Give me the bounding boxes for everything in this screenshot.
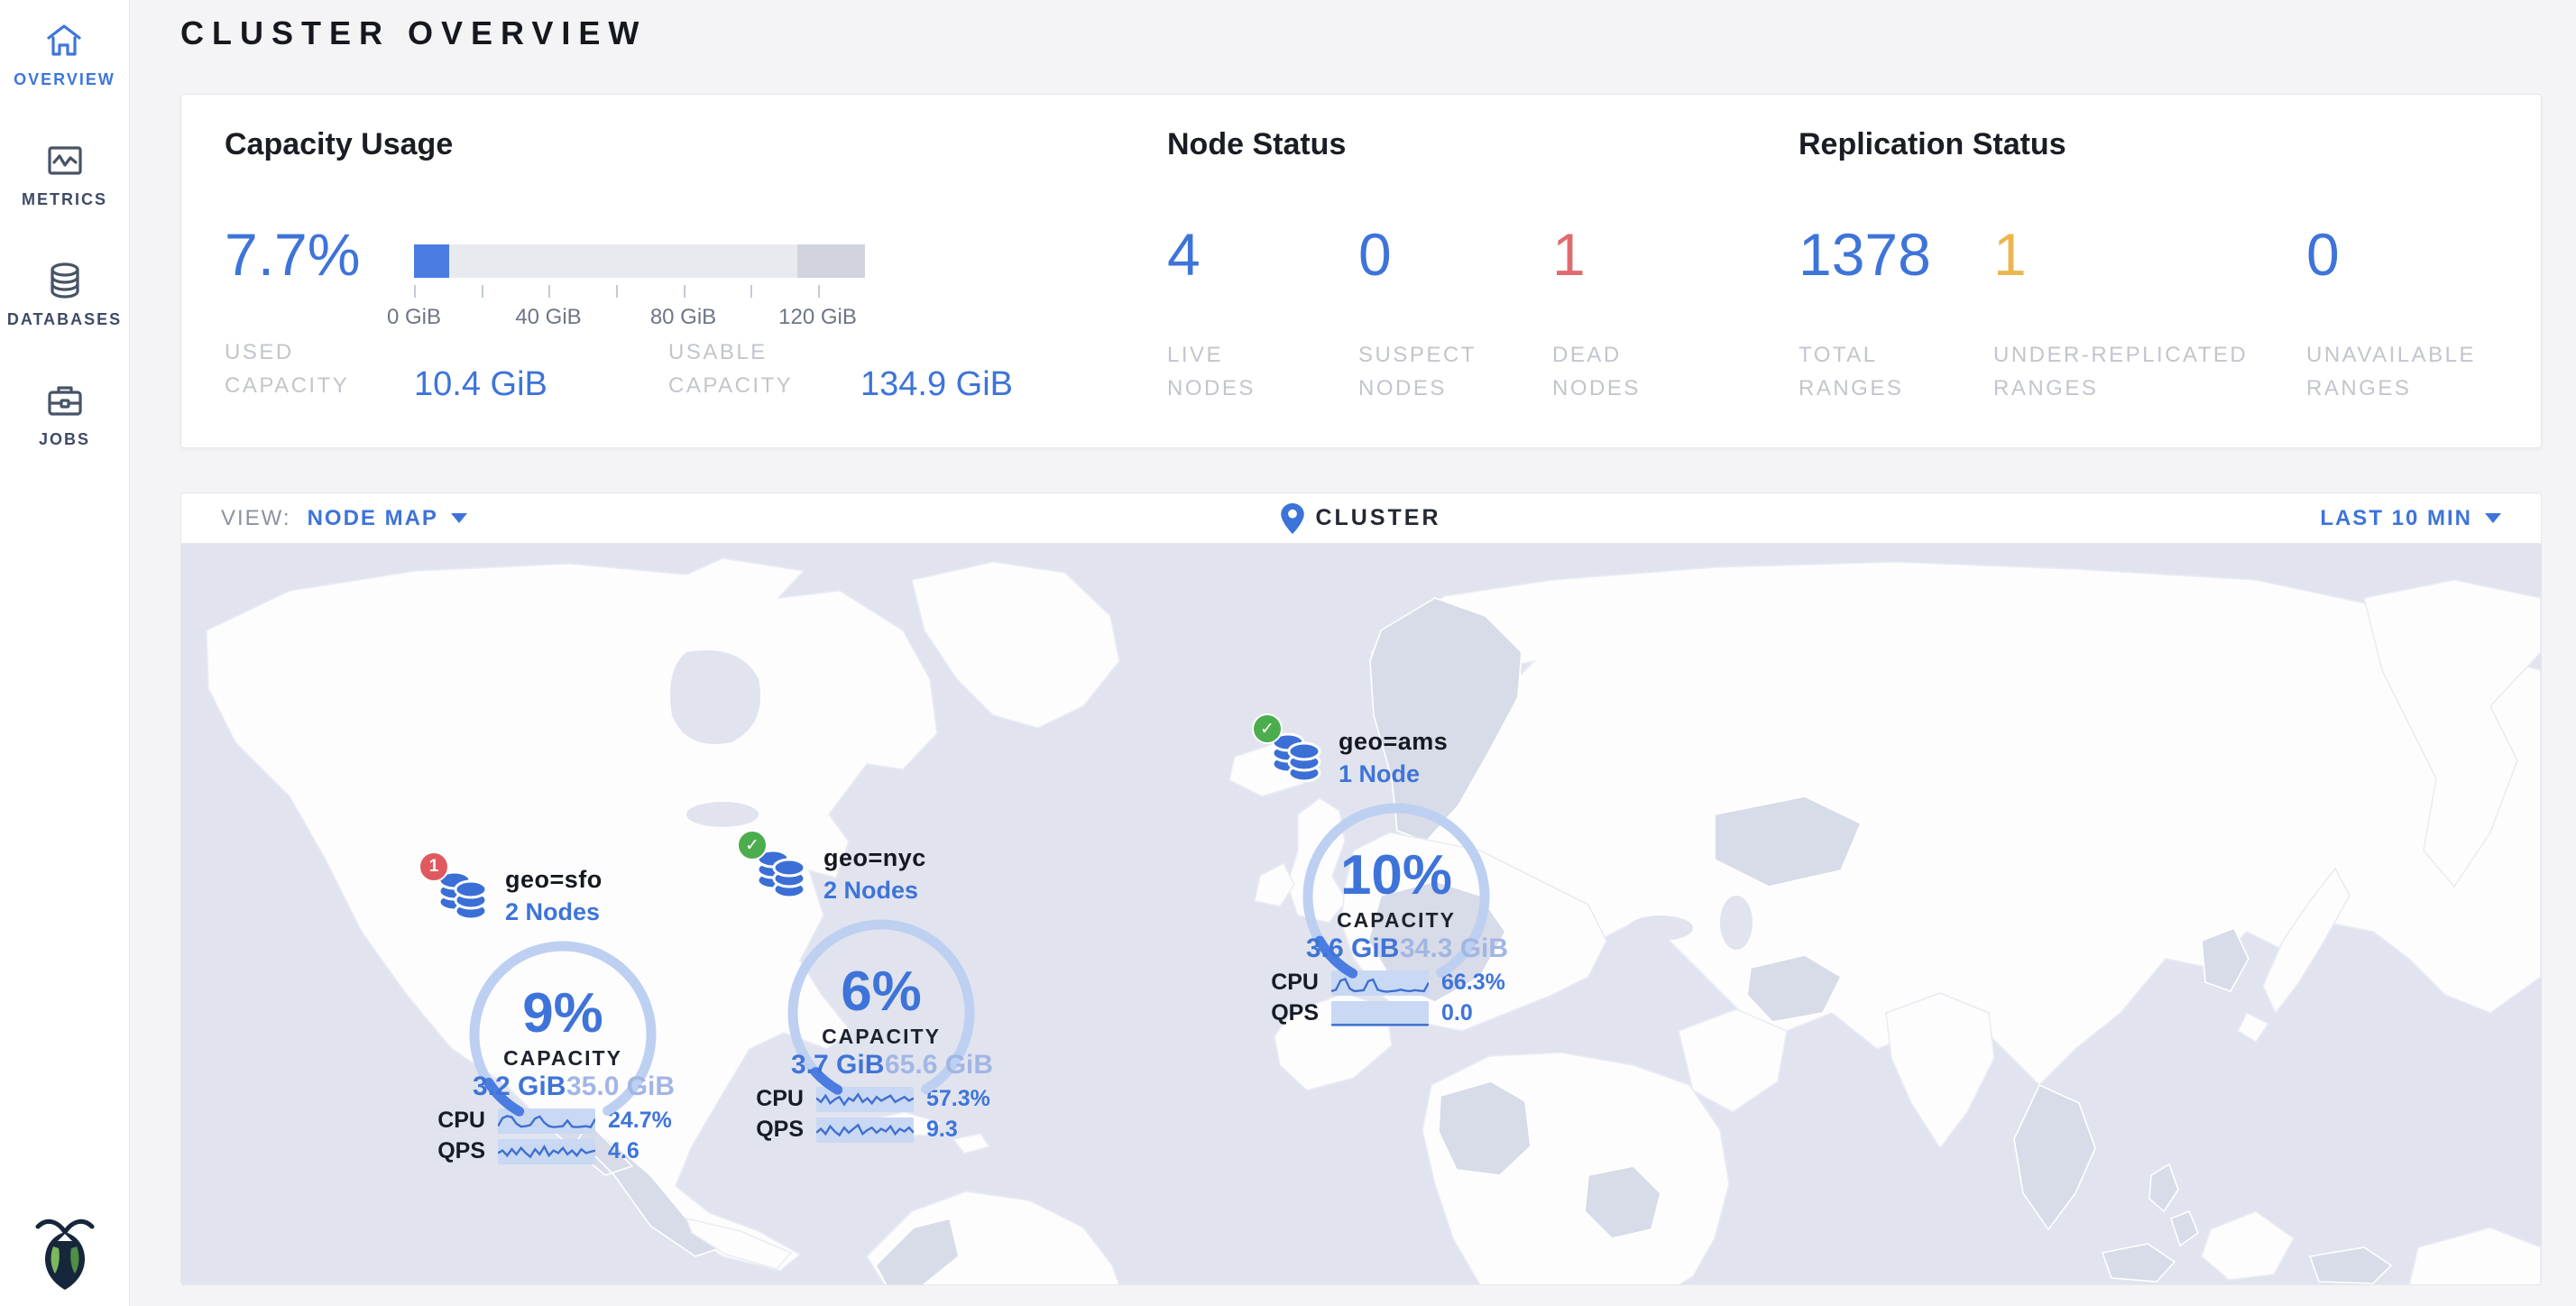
capacity-bar-used <box>414 244 449 278</box>
locality-marker-ams[interactable]: ✓ geo=ams 1 Node <box>1225 726 1568 1026</box>
suspect-nodes-stat: 0 SUSPECT NODES <box>1358 225 1477 405</box>
axis-tick <box>414 285 416 298</box>
unavailable-ranges-stat: 0 UNAVAILABLE RANGES <box>2306 225 2476 405</box>
locality-name: geo=sfo <box>505 864 603 894</box>
capacity-used-value: 3.2 GiB <box>473 1071 559 1102</box>
capacity-percent: 9% <box>457 981 668 1045</box>
sidebar-item-label: METRICS <box>22 190 107 209</box>
live-nodes-stat: 4 LIVE NODES <box>1167 225 1256 405</box>
qps-metric-row: QPS 0.0 <box>1225 1000 1568 1026</box>
capacity-percent: 6% <box>776 960 987 1024</box>
under-replicated-ranges-stat: 1 UNDER-REPLICATED RANGES <box>1993 225 2248 405</box>
qps-sparkline <box>498 1139 595 1164</box>
capacity-usage-title: Capacity Usage <box>225 127 453 162</box>
chevron-down-icon <box>2485 513 2501 523</box>
axis-tick <box>684 285 685 298</box>
sidebar-item-overview[interactable]: OVERVIEW <box>14 20 115 89</box>
qps-sparkline <box>816 1117 914 1143</box>
capacity-bar <box>414 244 865 278</box>
axis-tick <box>548 285 550 298</box>
status-badge: ✓ <box>737 830 768 860</box>
home-icon <box>43 20 85 61</box>
capacity-percent: 10% <box>1291 843 1502 907</box>
locality-marker-sfo[interactable]: 1 geo=sfo 2 Nodes <box>391 864 734 1164</box>
capacity-total-value: 35.0 GiB <box>566 1071 653 1102</box>
axis-tick-label: 40 GiB <box>515 305 581 330</box>
capacity-label: CAPACITY <box>1291 908 1502 933</box>
map-pin-icon <box>1281 503 1304 534</box>
status-badge: 1 <box>419 851 449 882</box>
total-ranges-stat: 1378 TOTAL RANGES <box>1799 225 1931 405</box>
node-map-panel: VIEW: NODE MAP CLUSTER LAST 10 MIN <box>180 492 2542 1285</box>
axis-tick-label: 80 GiB <box>650 305 716 330</box>
locality-name: geo=nyc <box>823 842 926 872</box>
sidebar-item-label: JOBS <box>39 430 90 449</box>
cockroach-logo <box>0 1214 130 1292</box>
capacity-used-value: 3.6 GiB <box>1306 934 1393 964</box>
cluster-summary-card: Capacity Usage 7.7% 0 GiB 40 GiB 80 GiB 120… <box>180 94 2542 448</box>
map-toolbar: VIEW: NODE MAP CLUSTER LAST 10 MIN <box>181 493 2541 544</box>
axis-tick <box>482 285 483 298</box>
replication-status-title: Replication Status <box>1799 127 2066 162</box>
capacity-label: CAPACITY <box>457 1046 668 1071</box>
page-title: CLUSTER OVERVIEW <box>180 14 647 52</box>
metrics-icon <box>44 140 86 181</box>
sidebar-item-jobs[interactable]: JOBS <box>39 380 90 449</box>
locality-marker-nyc[interactable]: ✓ geo=nyc 2 Nodes <box>710 842 1053 1143</box>
sidebar-item-metrics[interactable]: METRICS <box>22 140 107 209</box>
qps-metric-row: QPS 4.6 <box>391 1138 734 1164</box>
axis-tick <box>818 285 820 298</box>
locality-node-count[interactable]: 2 Nodes <box>505 898 603 926</box>
qps-metric-row: QPS 9.3 <box>710 1117 1053 1143</box>
capacity-total-value: 65.6 GiB <box>885 1050 971 1081</box>
capacity-total-value: 34.3 GiB <box>1400 934 1486 964</box>
qps-sparkline <box>1331 1001 1429 1026</box>
axis-tick-label: 120 GiB <box>778 305 857 330</box>
axis-tick <box>750 285 752 298</box>
capacity-bar-axis: 0 GiB40 GiB80 GiB120 GiB <box>414 281 865 345</box>
capacity-label: CAPACITY <box>776 1025 987 1049</box>
time-range-dropdown[interactable]: LAST 10 MIN <box>2320 506 2501 531</box>
capacity-used-percent: 7.7% <box>225 225 360 284</box>
status-badge: ✓ <box>1252 713 1283 744</box>
used-capacity-value: 10.4 GiB <box>414 365 547 404</box>
capacity-bar-nonusable <box>797 244 865 278</box>
sidebar: OVERVIEW METRICS DATABASES <box>0 0 130 1306</box>
locality-node-count[interactable]: 2 Nodes <box>823 877 926 905</box>
capacity-gauge: 6% CAPACITY 3.7 GiB 65.6 GiB <box>776 907 987 1118</box>
sidebar-item-label: DATABASES <box>7 310 122 329</box>
axis-tick-label: 0 GiB <box>387 305 441 330</box>
capacity-gauge: 10% CAPACITY 3.6 GiB 34.3 GiB <box>1291 791 1502 1002</box>
view-selector-dropdown[interactable]: NODE MAP <box>308 506 467 531</box>
sidebar-item-label: OVERVIEW <box>14 70 115 89</box>
locality-name: geo=ams <box>1339 726 1448 756</box>
view-label: VIEW: <box>221 506 291 531</box>
sidebar-item-databases[interactable]: DATABASES <box>7 260 122 329</box>
main-content: CLUSTER OVERVIEW Capacity Usage 7.7% 0 G… <box>130 0 2576 1306</box>
usable-capacity-label: USABLE CAPACITY <box>668 336 793 402</box>
locality-node-count[interactable]: 1 Node <box>1339 760 1448 788</box>
node-status-title: Node Status <box>1167 127 1346 162</box>
capacity-used-value: 3.7 GiB <box>791 1050 878 1081</box>
usable-capacity-value: 134.9 GiB <box>860 365 1013 404</box>
capacity-gauge: 9% CAPACITY 3.2 GiB 35.0 GiB <box>457 929 668 1140</box>
briefcase-icon <box>44 380 86 421</box>
chevron-down-icon <box>451 513 467 523</box>
node-map: 1 geo=sfo 2 Nodes <box>181 544 2541 1285</box>
database-icon <box>44 260 86 301</box>
axis-tick <box>616 285 618 298</box>
dead-nodes-stat: 1 DEAD NODES <box>1552 225 1641 405</box>
cluster-overview-screen: OVERVIEW METRICS DATABASES <box>0 0 2576 1306</box>
used-capacity-label: USED CAPACITY <box>225 336 349 402</box>
breadcrumb-cluster[interactable]: CLUSTER <box>1315 505 1440 531</box>
